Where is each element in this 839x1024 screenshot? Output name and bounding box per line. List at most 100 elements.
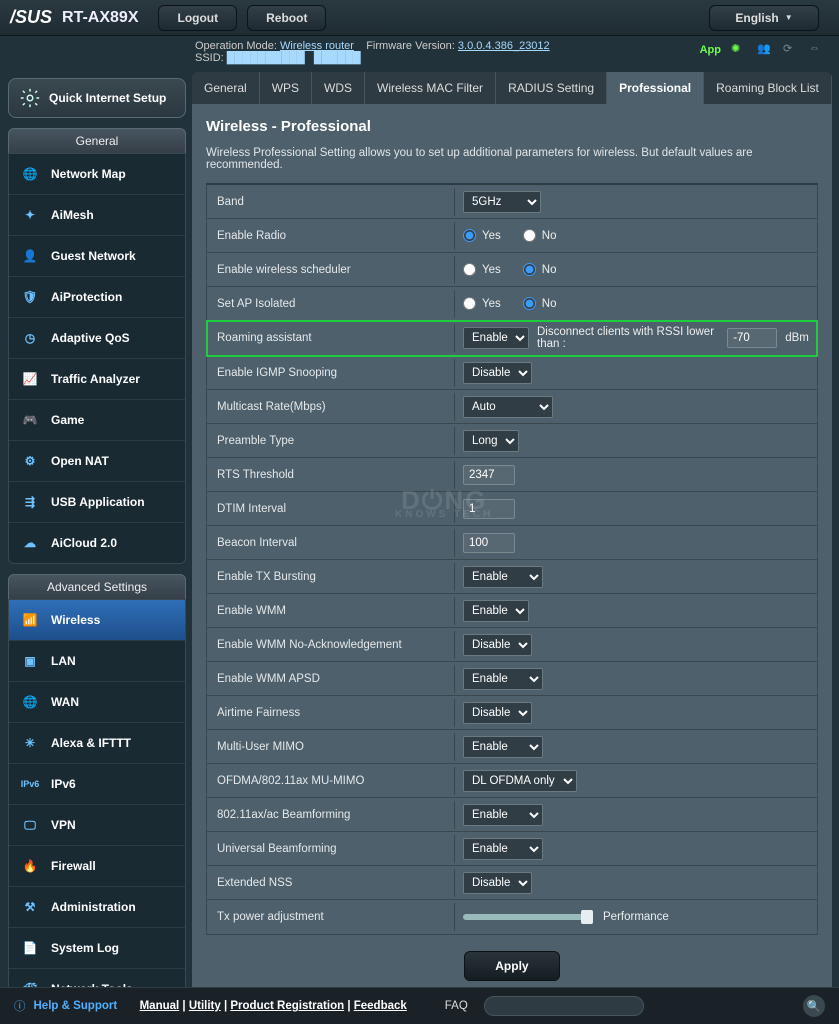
manual-link[interactable]: Manual bbox=[140, 1000, 180, 1012]
tab-professional[interactable]: Professional bbox=[607, 72, 704, 104]
tab-wps[interactable]: WPS bbox=[260, 72, 312, 104]
ssid-1[interactable]: ██████████ bbox=[227, 52, 305, 64]
logout-button[interactable]: Logout bbox=[158, 5, 237, 31]
usb-icon[interactable]: ⇔ bbox=[809, 42, 825, 58]
tab-roaming-block[interactable]: Roaming Block List bbox=[704, 72, 832, 104]
faq-search-input[interactable] bbox=[484, 996, 644, 1016]
tx-power-slider[interactable] bbox=[463, 914, 593, 920]
menu-label: Firewall bbox=[51, 859, 96, 873]
app-label[interactable]: App bbox=[700, 44, 721, 56]
row-roaming-assistant: Roaming assistant Enable Disconnect clie… bbox=[207, 321, 817, 356]
feedback-link[interactable]: Feedback bbox=[354, 1000, 407, 1012]
fw-link[interactable]: 3.0.0.4.386_23012 bbox=[458, 40, 550, 52]
op-mode-link[interactable]: Wireless router bbox=[280, 40, 354, 52]
language-select[interactable]: English ▼ bbox=[709, 5, 819, 31]
quick-setup-label: Quick Internet Setup bbox=[49, 91, 166, 105]
extended-nss-select[interactable]: Disable bbox=[463, 872, 532, 894]
wmm-apsd-select[interactable]: Enable bbox=[463, 668, 543, 690]
row-wmm-noack: Enable WMM No-Acknowledgement Disable bbox=[207, 628, 817, 662]
sidebar-item-lan[interactable]: ▣LAN bbox=[9, 641, 185, 682]
row-ap-isolated: Set AP Isolated Yes No bbox=[207, 287, 817, 321]
row-wmm-apsd: Enable WMM APSD Enable bbox=[207, 662, 817, 696]
sidebar-item-game[interactable]: 🎮Game bbox=[9, 400, 185, 441]
help-support-link[interactable]: Help & Support bbox=[34, 1000, 118, 1012]
reboot-icon[interactable]: ⟳ bbox=[783, 42, 799, 58]
wmm-select[interactable]: Enable bbox=[463, 600, 529, 622]
sidebar-item-open-nat[interactable]: ⚙Open NAT bbox=[9, 441, 185, 482]
scheduler-yes[interactable]: Yes bbox=[463, 263, 501, 276]
sidebar-item-guest-network[interactable]: 👤Guest Network bbox=[9, 236, 185, 277]
enable-radio-no[interactable]: No bbox=[523, 229, 557, 242]
clients-icon[interactable]: 👥 bbox=[757, 42, 773, 58]
rts-input[interactable] bbox=[463, 465, 515, 485]
tab-wds[interactable]: WDS bbox=[312, 72, 365, 104]
beamforming-select[interactable]: Enable bbox=[463, 804, 543, 826]
dtim-input[interactable] bbox=[463, 499, 515, 519]
yes-text: Yes bbox=[482, 230, 501, 242]
universal-beamforming-select[interactable]: Enable bbox=[463, 838, 543, 860]
sidebar-item-alexa-ifttt[interactable]: ✳ Alexa & IFTTT bbox=[9, 723, 185, 764]
row-wmm: Enable WMM Enable bbox=[207, 594, 817, 628]
sidebar-item-traffic-analyzer[interactable]: 📈Traffic Analyzer bbox=[9, 359, 185, 400]
mumimo-select[interactable]: Enable bbox=[463, 736, 543, 758]
tab-general[interactable]: General bbox=[192, 72, 260, 104]
tab-mac-filter[interactable]: Wireless MAC Filter bbox=[365, 72, 496, 104]
row-band: Band 5GHz bbox=[207, 185, 817, 219]
preamble-select[interactable]: Long bbox=[463, 430, 519, 452]
search-icon[interactable]: 🔍 bbox=[803, 995, 825, 1017]
label-enable-radio: Enable Radio bbox=[207, 222, 455, 250]
wmm-noack-select[interactable]: Disable bbox=[463, 634, 532, 656]
scheduler-no[interactable]: No bbox=[523, 263, 557, 276]
apply-button[interactable]: Apply bbox=[464, 951, 559, 981]
slider-thumb[interactable] bbox=[581, 910, 593, 924]
menu-label: Adaptive QoS bbox=[51, 331, 130, 345]
enable-radio-yes[interactable]: Yes bbox=[463, 229, 501, 242]
tab-radius[interactable]: RADIUS Setting bbox=[496, 72, 607, 104]
sidebar-item-wan[interactable]: 🌐WAN bbox=[9, 682, 185, 723]
ofdma-select[interactable]: DL OFDMA only bbox=[463, 770, 577, 792]
roaming-select[interactable]: Enable bbox=[463, 327, 529, 349]
faq-label: FAQ bbox=[445, 1000, 468, 1012]
multicast-select[interactable]: Auto bbox=[463, 396, 553, 418]
menu-label: Alexa & IFTTT bbox=[51, 736, 131, 750]
sidebar-item-wireless[interactable]: 📶Wireless bbox=[9, 600, 185, 641]
utility-link[interactable]: Utility bbox=[189, 1000, 221, 1012]
voice-icon: ✳ bbox=[19, 732, 41, 754]
sidebar-item-ipv6[interactable]: IPv6IPv6 bbox=[9, 764, 185, 805]
airtime-select[interactable]: Disable bbox=[463, 702, 532, 724]
quick-internet-setup[interactable]: Quick Internet Setup bbox=[8, 78, 186, 118]
label-mumimo: Multi-User MIMO bbox=[207, 733, 455, 761]
ap-isolated-yes[interactable]: Yes bbox=[463, 297, 501, 310]
sidebar-item-network-map[interactable]: 🌐Network Map bbox=[9, 154, 185, 195]
settings-table: Band 5GHz Enable Radio Yes No Enable wir… bbox=[206, 183, 818, 935]
sidebar-item-administration[interactable]: ⚒Administration bbox=[9, 887, 185, 928]
sidebar-item-usb-application[interactable]: ⇶USB Application bbox=[9, 482, 185, 523]
label-beacon: Beacon Interval bbox=[207, 529, 455, 557]
sidebar-item-adaptive-qos[interactable]: ◷Adaptive QoS bbox=[9, 318, 185, 359]
sidebar-item-aicloud[interactable]: ☁AiCloud 2.0 bbox=[9, 523, 185, 563]
panel-description: Wireless Professional Setting allows you… bbox=[206, 147, 818, 171]
band-select[interactable]: 5GHz bbox=[463, 191, 541, 213]
gear-icon bbox=[19, 87, 41, 109]
igmp-select[interactable]: Disable bbox=[463, 362, 532, 384]
brand-logo: /SUS bbox=[10, 7, 52, 28]
sidebar-item-aiprotection[interactable]: 🛡AiProtection bbox=[9, 277, 185, 318]
beacon-input[interactable] bbox=[463, 533, 515, 553]
sidebar-item-aimesh[interactable]: ✦AiMesh bbox=[9, 195, 185, 236]
menu-label: Administration bbox=[51, 900, 136, 914]
no-text: No bbox=[542, 298, 557, 310]
ap-isolated-no[interactable]: No bbox=[523, 297, 557, 310]
sidebar-item-firewall[interactable]: 🔥Firewall bbox=[9, 846, 185, 887]
reboot-button[interactable]: Reboot bbox=[247, 5, 326, 31]
roaming-rssi-input[interactable] bbox=[727, 328, 777, 348]
gear-icon[interactable]: ✺ bbox=[731, 42, 747, 58]
product-reg-link[interactable]: Product Registration bbox=[230, 1000, 344, 1012]
ssid-2[interactable]: ██████ bbox=[314, 52, 361, 64]
txburst-select[interactable]: Enable bbox=[463, 566, 543, 588]
sidebar-item-system-log[interactable]: 📄System Log bbox=[9, 928, 185, 969]
label-band: Band bbox=[207, 188, 455, 216]
row-airtime: Airtime Fairness Disable bbox=[207, 696, 817, 730]
sidebar-item-vpn[interactable]: 🖵VPN bbox=[9, 805, 185, 846]
log-icon: 📄 bbox=[19, 937, 41, 959]
row-wireless-scheduler: Enable wireless scheduler Yes No bbox=[207, 253, 817, 287]
